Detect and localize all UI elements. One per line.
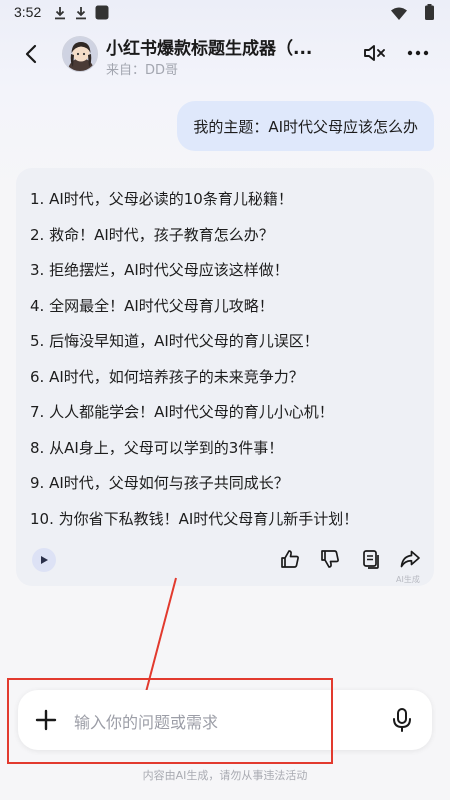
copy-icon[interactable]	[360, 548, 382, 570]
avatar-illustration-icon	[63, 37, 97, 71]
wifi-icon	[391, 7, 407, 20]
more-icon[interactable]	[406, 43, 430, 63]
back-icon[interactable]	[20, 42, 44, 66]
status-bar: 3:52	[0, 0, 450, 28]
download-icon	[76, 7, 86, 20]
bot-title[interactable]: 小红书爆款标题生成器（...	[106, 34, 312, 59]
mute-icon[interactable]	[362, 41, 388, 65]
thumbs-down-icon[interactable]	[319, 548, 341, 570]
user-message-text: 我的主题：AI时代父母应该怎么办	[193, 117, 418, 136]
answer-item: 2. 救命！AI时代，孩子教育怎么办？	[30, 225, 274, 244]
answer-item: 9. AI时代，父母如何与孩子共同成长？	[30, 474, 289, 492]
ai-generated-tag: AI生成	[396, 575, 420, 584]
download-icon	[55, 7, 65, 20]
answer-item: 7. 人人都能学会！AI时代父母的育儿小心机！	[30, 403, 334, 421]
answer-item: 5. 后悔没早知道，AI时代父母的育儿误区！	[30, 332, 319, 350]
share-icon[interactable]	[399, 548, 421, 570]
answer-item: 4. 全网最全！AI时代父母育儿攻略！	[30, 296, 274, 315]
thumbs-up-icon[interactable]	[279, 548, 301, 570]
disclaimer-text: 内容由AI生成，请勿从事违法活动	[142, 769, 308, 782]
answer-item: 1. AI时代，父母必读的10条育儿秘籍！	[30, 190, 293, 208]
app-icon	[95, 5, 109, 20]
play-audio-button[interactable]	[32, 548, 56, 572]
answer-item: 8. 从AI身上，父母可以学到的3件事！	[30, 438, 284, 457]
play-icon	[41, 556, 48, 564]
answer-card: 1. AI时代，父母必读的10条育儿秘籍！ 2. 救命！AI时代，孩子教育怎么办…	[16, 168, 434, 586]
user-message-bubble[interactable]: 我的主题：AI时代父母应该怎么办	[177, 101, 434, 151]
chat-header: 小红书爆款标题生成器（... 来自：DD哥	[0, 28, 450, 84]
avatar[interactable]	[62, 36, 98, 72]
answer-item: 6. AI时代，如何培养孩子的未来竞争力？	[30, 367, 304, 386]
status-time: 3:52	[14, 4, 42, 20]
bot-source: 来自：DD哥	[106, 63, 179, 78]
microphone-icon[interactable]	[390, 707, 414, 733]
annotation-highlight-box	[7, 678, 333, 764]
answer-item: 10. 为你省下私教钱！AI时代父母育儿新手计划！	[30, 509, 359, 528]
battery-icon	[425, 4, 434, 20]
answer-item: 3. 拒绝摆烂，AI时代父母应该这样做！	[30, 261, 289, 279]
answer-list: 1. AI时代，父母必读的10条育儿秘籍！ 2. 救命！AI时代，孩子教育怎么办…	[30, 186, 358, 541]
